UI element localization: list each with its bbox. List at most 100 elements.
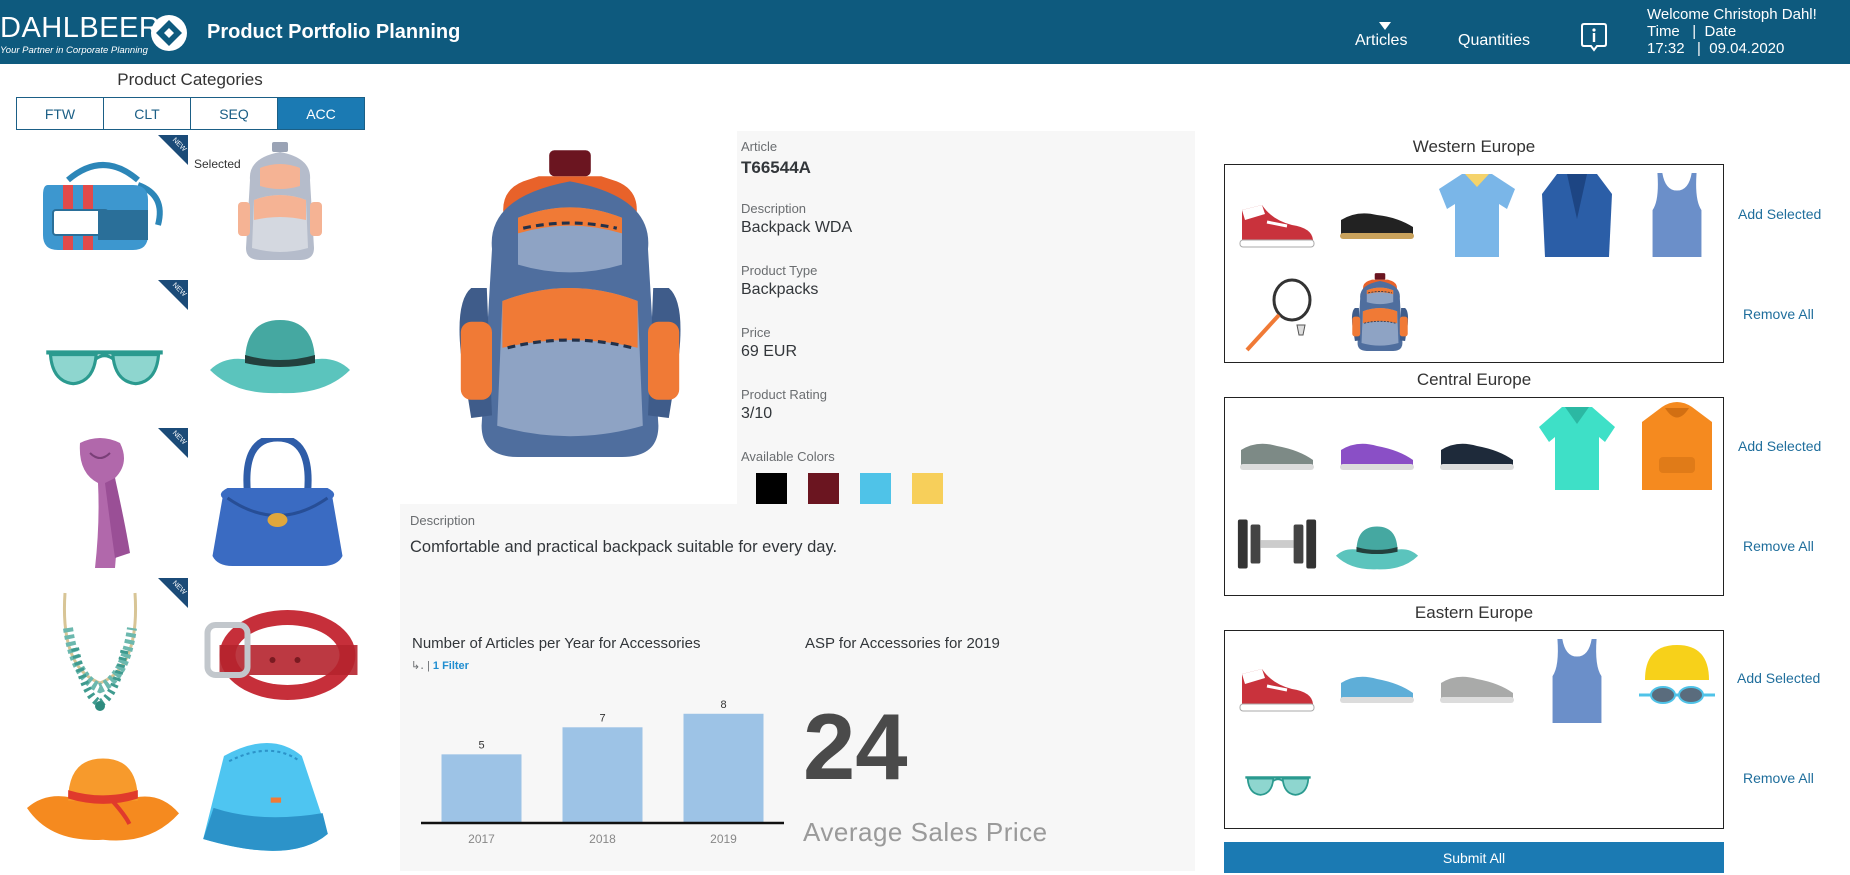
tab-acc[interactable]: ACC [278, 98, 364, 129]
region-box-central-europe[interactable] [1224, 397, 1724, 596]
submit-all-button[interactable]: Submit All [1224, 842, 1724, 873]
rating-label: Product Rating [741, 387, 827, 402]
color-swatch[interactable] [912, 473, 943, 505]
time-date-value: 17:32 | 09.04.2020 [1647, 40, 1785, 57]
product-tile-scarf[interactable] [20, 428, 190, 569]
product-tile-sunglasses[interactable] [20, 280, 190, 420]
tab-seq[interactable]: SEQ [191, 98, 278, 129]
product-tile-duffel-bag[interactable] [20, 135, 190, 275]
handbag-icon [200, 428, 370, 568]
product-tile-sun-hat-teal[interactable] [200, 280, 370, 420]
filter-icon: ↳․ [411, 660, 424, 672]
product-tile-backpack[interactable] [195, 135, 365, 275]
category-tabs: FTW CLT SEQ ACC [16, 97, 365, 130]
tank-top-icon [1652, 172, 1702, 258]
remove-all-button[interactable]: Remove All [1743, 538, 1814, 554]
grey-shoe-icon [1440, 676, 1514, 703]
product-tile-bucket-hat[interactable] [198, 735, 368, 875]
x-tick-label: 2017 [468, 832, 495, 846]
long-description-label: Description [410, 513, 476, 528]
welcome-block: Welcome Christoph Dahl! Time | Date 17:3… [1647, 6, 1817, 57]
logo-tagline: Your Partner in Corporate Planning [0, 45, 148, 56]
company-logo: DAHLBEER Your Partner in Corporate Plann… [0, 10, 190, 56]
blue-running-shoe-icon [1340, 676, 1414, 703]
x-tick-label: 2019 [710, 832, 737, 846]
nav-quantities[interactable]: Quantities [1458, 32, 1530, 50]
teal-shirt-icon [1539, 407, 1615, 490]
color-swatch[interactable] [860, 473, 891, 505]
grey-running-shoe-icon [1240, 443, 1314, 470]
bar-2019[interactable] [683, 713, 764, 822]
color-swatch[interactable] [808, 473, 839, 505]
region-box-western-europe[interactable] [1224, 164, 1724, 363]
logo-text: DAHLBEER [0, 12, 161, 44]
swim-cap-goggles-icon [1637, 645, 1717, 705]
caret-down-icon [1379, 22, 1391, 30]
colors-label: Available Colors [741, 449, 835, 464]
x-tick-label: 2018 [589, 832, 616, 846]
bar-value-label: 5 [478, 739, 484, 751]
product-tile-necklace[interactable] [20, 578, 190, 718]
chart-filter[interactable]: ↳․ | 1 Filter [411, 659, 469, 672]
red-sneaker-icon [1238, 667, 1316, 713]
product-type-value: Backpacks [741, 281, 819, 298]
tank-top-icon [1552, 638, 1602, 724]
add-selected-button[interactable]: Add Selected [1738, 438, 1821, 454]
sun-hat-icon [1335, 526, 1419, 570]
filter-count: 1 Filter [432, 660, 469, 672]
blazer-icon [1542, 174, 1612, 257]
kpi-value: 24 [803, 694, 908, 799]
sun-hat-icon [210, 320, 350, 394]
bar-value-label: 8 [720, 699, 726, 711]
tab-clt[interactable]: CLT [104, 98, 191, 129]
belt-icon [193, 590, 363, 720]
bucket-hat-icon [202, 741, 329, 852]
description-value: Backpack WDA [741, 219, 853, 236]
info-icon[interactable] [1580, 22, 1608, 52]
time-date-label: Time | Date [1647, 23, 1737, 40]
region-box-eastern-europe[interactable] [1224, 630, 1724, 829]
sunglasses-icon [1244, 776, 1312, 797]
region-title-central-europe: Central Europe [1416, 370, 1532, 389]
sun-hat-orange-icon [15, 735, 190, 855]
welcome-text: Welcome Christoph Dahl! [1647, 6, 1817, 23]
new-badge-icon [158, 578, 188, 608]
long-description-text: Comfortable and practical backpack suita… [410, 538, 838, 556]
price-value: 69 EUR [741, 343, 798, 360]
rating-value: 3/10 [741, 405, 773, 422]
region-title-western-europe: Western Europe [1412, 137, 1536, 156]
backpack-image-icon [457, 148, 683, 459]
orange-hoodie-icon [1642, 402, 1712, 490]
backpack-icon [1351, 272, 1409, 352]
add-selected-button[interactable]: Add Selected [1738, 206, 1821, 222]
selected-label: Selected [194, 157, 241, 171]
product-tile-handbag[interactable] [200, 428, 370, 568]
article-label: Article [741, 139, 778, 154]
product-tile-sun-hat-orange[interactable] [15, 735, 185, 875]
black-shoe-icon [1340, 213, 1414, 239]
remove-all-button[interactable]: Remove All [1743, 770, 1814, 786]
product-tile-belt[interactable] [193, 590, 363, 730]
purple-running-shoe-icon [1340, 443, 1414, 470]
bar-2017[interactable] [441, 754, 522, 822]
tab-ftw[interactable]: FTW [17, 98, 104, 129]
nav-articles[interactable]: Articles [1355, 22, 1408, 50]
kpi-caption: Average Sales Price [803, 817, 1048, 847]
new-badge-icon [158, 280, 188, 310]
region-title-eastern-europe: Eastern Europe [1414, 603, 1534, 622]
article-id: T66544A [741, 158, 811, 177]
remove-all-button[interactable]: Remove All [1743, 306, 1814, 322]
backpack-icon [238, 142, 322, 260]
kpi-title: ASP for Accessories for 2019 [805, 635, 1000, 652]
color-swatch[interactable] [756, 473, 787, 505]
dumbbell-icon [1237, 519, 1317, 569]
bar-2018[interactable] [562, 727, 643, 822]
new-badge-icon [158, 428, 188, 458]
black-running-shoe-icon [1440, 443, 1514, 470]
nav-articles-label: Articles [1355, 32, 1408, 49]
description-label: Description [741, 201, 807, 216]
bar-value-label: 7 [599, 712, 605, 724]
new-badge-icon [158, 135, 188, 165]
bar-chart-title: Number of Articles per Year for Accessor… [412, 635, 701, 652]
add-selected-button[interactable]: Add Selected [1737, 670, 1820, 686]
